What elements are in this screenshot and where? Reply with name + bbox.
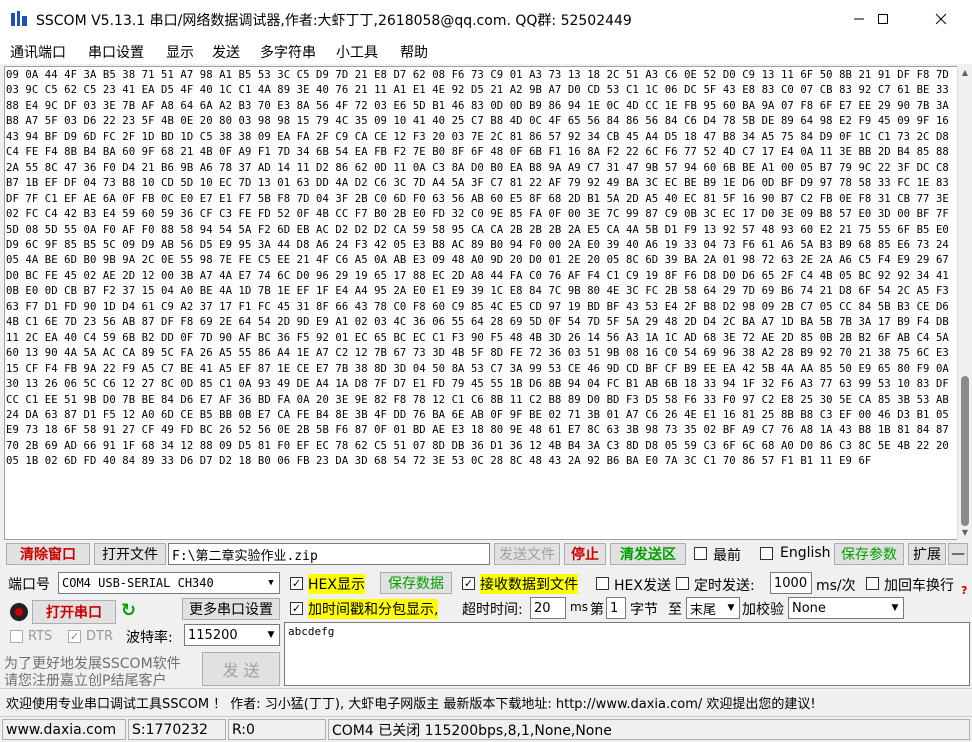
banner: 欢迎使用专业串口调试工具SSCOM ！ 作者: 习小猛(丁丁), 大虾电子网版主… [0,688,972,715]
timestamp-checkbox[interactable]: ✓ [290,602,303,615]
maximize-icon [878,14,888,24]
baud-label: 波特率: [126,630,173,646]
hex-display-checkbox[interactable]: ✓ [290,577,303,590]
collapse-button[interactable]: — [948,543,968,565]
port-select-value: COM4 USB-SERIAL CH340 [62,576,214,590]
menu-bar: 通讯端口 串口设置 显示 发送 多字符串 小工具 帮助 [0,38,972,64]
hex-display-label: HEX显示 [308,574,365,594]
rts-checkbox[interactable] [10,630,23,643]
chevron-down-icon: ▼ [891,603,899,613]
maximize-button[interactable] [860,0,906,38]
clear-send-button[interactable]: 清发送区 [610,543,686,565]
scroll-down-icon[interactable]: ▼ [958,526,972,540]
port-status-indicator [10,603,28,621]
app-icon [11,11,27,26]
title-bar: SSCOM V5.13.1 串口/网络数据调试器,作者:大虾丁丁,2618058… [0,0,972,38]
refresh-icon[interactable]: ↻ [121,600,136,621]
end-select[interactable]: 末尾 ▼ [686,597,740,619]
chevron-down-icon: ▼ [727,603,735,613]
timestamp-label: 加时间戳和分包显示, [308,599,439,619]
rts-label: RTS [28,629,53,644]
save-params-button[interactable]: 保存参数 [834,543,904,565]
checksum-select-value: None [792,600,826,616]
help-icon[interactable]: ? [961,584,967,597]
checksum-label: 加校验 [742,602,784,618]
clear-window-button[interactable]: 清除窗口 [6,543,90,565]
baud-select[interactable]: 115200 ▼ [184,624,280,646]
status-sent-count: S:1770232 [128,719,226,740]
english-checkbox[interactable] [760,547,773,560]
promo-line-2: 请您注册嘉立创P结尾客户 [4,673,167,689]
recv-to-file-label: 接收数据到文件 [480,574,578,594]
menu-tools[interactable]: 小工具 [336,42,378,62]
status-website: www.daxia.com [2,719,126,740]
to-label: 至 [668,602,682,618]
dtr-checkbox[interactable]: ✓ [68,630,81,643]
timed-send-checkbox[interactable] [676,577,689,590]
menu-send[interactable]: 发送 [212,42,240,62]
timed-send-label: 定时发送: [694,578,755,594]
expand-button[interactable]: 扩展 [908,543,946,565]
interval-input[interactable]: 1000 [770,572,812,594]
baud-select-value: 115200 [188,627,238,643]
send-button[interactable]: 发 送 [202,652,280,686]
banner-text: 欢迎使用专业串口调试工具SSCOM ！ 作者: 习小猛(丁丁), 大虾电子网版主… [6,697,816,712]
open-file-button[interactable]: 打开文件 [94,543,166,565]
timeout-unit: ms [570,600,588,614]
topmost-checkbox[interactable] [694,547,707,560]
send-file-button[interactable]: 发送文件 [494,543,560,565]
close-icon [935,13,947,25]
nth-label: 第 [590,602,604,618]
interval-unit: ms/次 [816,578,856,594]
red-dot-icon [15,608,23,616]
timeout-input[interactable]: 20 [530,597,566,619]
open-port-button[interactable]: 打开串口 [32,600,116,624]
end-select-value: 末尾 [690,602,717,618]
scroll-up-icon[interactable]: ▲ [958,66,972,80]
hex-send-checkbox[interactable] [596,577,609,590]
topmost-label: 最前 [713,548,741,564]
chevron-down-icon: ▼ [268,578,274,588]
dtr-label: DTR [86,629,113,644]
receive-scrollbar[interactable]: ▲ ▼ [957,66,972,540]
menu-display[interactable]: 显示 [166,42,194,62]
hex-send-label: HEX发送 [614,578,671,594]
save-data-button[interactable]: 保存数据 [380,572,452,594]
menu-serial-settings[interactable]: 串口设置 [88,42,144,62]
byte-index-input[interactable]: 1 [606,597,626,619]
english-label: English [780,545,831,561]
receive-data: 09 0A 44 4F 3A B5 38 71 51 A7 98 A1 B5 5… [6,69,956,468]
file-path-field[interactable]: F:\第二章实验作业.zip [168,543,490,565]
port-select[interactable]: COM4 USB-SERIAL CH340 ▼ [58,572,280,594]
status-bar: www.daxia.com S:1770232 R:0 COM4 已关闭 115… [0,716,972,742]
checksum-select[interactable]: None ▼ [788,597,904,619]
port-label: 端口号 [8,577,50,593]
stop-button[interactable]: 停止 [564,543,606,565]
add-newline-checkbox[interactable] [866,577,879,590]
send-textarea[interactable]: abcdefg [284,622,970,686]
more-settings-button[interactable]: 更多串口设置 [182,598,280,620]
chevron-down-icon: ▼ [267,630,275,640]
menu-help[interactable]: 帮助 [400,42,428,62]
recv-to-file-checkbox[interactable]: ✓ [462,577,475,590]
timeout-label: 超时时间: [462,602,523,618]
close-button[interactable] [918,0,964,38]
menu-comm-port[interactable]: 通讯端口 [10,42,66,62]
byte-label: 字节 [630,602,658,618]
scroll-thumb[interactable] [961,376,969,526]
status-received-count: R:0 [228,719,326,740]
add-newline-label: 加回车换行 [884,578,954,594]
status-port-info: COM4 已关闭 115200bps,8,1,None,None [328,719,970,740]
window-title: SSCOM V5.13.1 串口/网络数据调试器,作者:大虾丁丁,2618058… [36,13,632,29]
receive-textarea[interactable]: 09 0A 44 4F 3A B5 38 71 51 A7 98 A1 B5 5… [4,66,959,540]
menu-multi-string[interactable]: 多字符串 [260,42,316,62]
